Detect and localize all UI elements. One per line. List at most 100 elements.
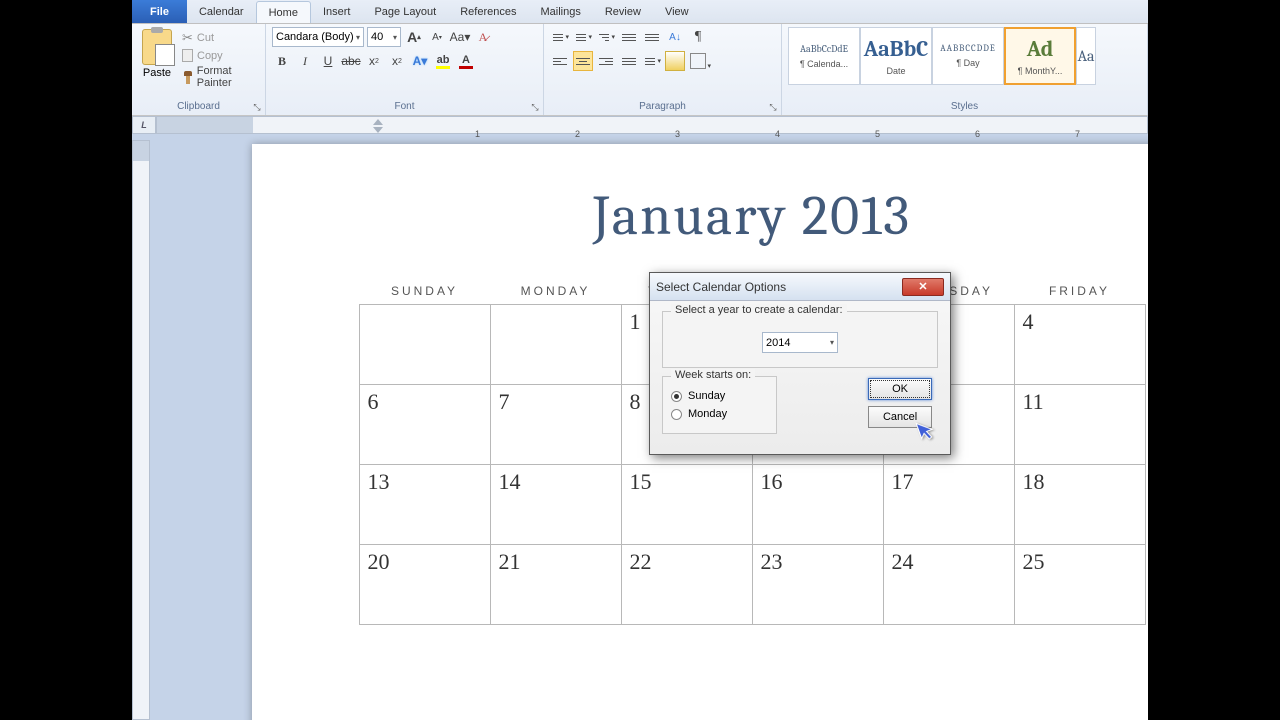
chevron-down-icon: ▾ xyxy=(356,33,360,42)
cancel-button[interactable]: Cancel xyxy=(868,406,932,428)
underline-button[interactable]: U xyxy=(318,51,338,71)
numbering-icon xyxy=(574,29,588,45)
align-justify-icon xyxy=(620,53,638,69)
line-spacing-button[interactable]: ▾ xyxy=(642,51,662,71)
sort-button[interactable]: A↓ xyxy=(665,27,685,47)
group-label-styles: Styles xyxy=(788,100,1141,113)
table-row: 131415161718 xyxy=(359,465,1145,545)
bold-button[interactable]: B xyxy=(272,51,292,71)
dialog-body: Select a year to create a calendar: 2014… xyxy=(650,301,950,454)
table-row: 202122232425 xyxy=(359,545,1145,625)
superscript-button[interactable]: x2 xyxy=(387,51,407,71)
font-name-combo[interactable]: Candara (Body)▾ xyxy=(272,27,364,47)
align-right-button[interactable] xyxy=(596,51,616,71)
tab-home[interactable]: Home xyxy=(256,1,311,23)
font-color-icon: A xyxy=(459,54,473,69)
grow-font-button[interactable]: A▴ xyxy=(404,27,424,47)
paragraph-launcher-icon[interactable]: ⤡ xyxy=(767,101,779,113)
chevron-down-icon: ▾ xyxy=(830,338,834,347)
decrease-indent-button[interactable] xyxy=(619,27,639,47)
day-header: MONDAY xyxy=(490,278,621,305)
font-size-combo[interactable]: 40▾ xyxy=(367,27,401,47)
style-month-year[interactable]: Ad ¶ MonthY... xyxy=(1004,27,1076,85)
day-header: FRIDAY xyxy=(1014,278,1145,305)
bullets-button[interactable]: ▾ xyxy=(550,27,570,47)
numbering-button[interactable]: ▾ xyxy=(573,27,593,47)
change-case-button[interactable]: Aa▾ xyxy=(450,27,470,47)
multilevel-button[interactable]: ▾ xyxy=(596,27,616,47)
style-calendar[interactable]: AaBbCcDdE ¶ Calenda... xyxy=(788,27,860,85)
brush-icon xyxy=(182,71,193,84)
ok-button[interactable]: OK xyxy=(868,378,932,400)
vertical-ruler[interactable] xyxy=(132,140,150,720)
close-button[interactable]: ✕ xyxy=(902,278,944,296)
dialog-titlebar[interactable]: Select Calendar Options ✕ xyxy=(650,273,950,301)
first-line-indent-icon[interactable] xyxy=(373,119,383,125)
increase-indent-button[interactable] xyxy=(642,27,662,47)
group-label-font: Font xyxy=(272,100,537,113)
horizontal-ruler[interactable]: 1 2 3 4 5 6 7 xyxy=(156,116,1148,134)
calendar-title[interactable]: January 2013 xyxy=(252,184,1148,248)
paste-icon xyxy=(142,29,172,65)
tab-insert[interactable]: Insert xyxy=(311,0,363,23)
group-clipboard: Paste ✂Cut Copy Format Painter Clipboard… xyxy=(132,24,266,115)
style-date[interactable]: AaBbC Date xyxy=(860,27,932,85)
font-color-button[interactable]: A xyxy=(456,51,476,71)
year-select[interactable]: 2014▾ xyxy=(762,332,838,353)
chevron-down-icon: ▾ xyxy=(393,33,397,42)
copy-button[interactable]: Copy xyxy=(180,48,259,63)
highlight-button[interactable]: ab xyxy=(433,51,453,71)
align-right-icon xyxy=(597,53,615,69)
style-more[interactable]: Aa xyxy=(1076,27,1096,85)
calendar-options-dialog: Select Calendar Options ✕ Select a year … xyxy=(649,272,951,455)
style-day[interactable]: AABBCCDDE ¶ Day xyxy=(932,27,1004,85)
tab-calendar[interactable]: Calendar xyxy=(187,0,256,23)
scissors-icon: ✂ xyxy=(182,30,193,46)
dialog-title: Select Calendar Options xyxy=(656,280,786,294)
borders-button[interactable]: ▾ xyxy=(690,53,706,69)
tab-page-layout[interactable]: Page Layout xyxy=(362,0,448,23)
shading-button[interactable] xyxy=(665,51,685,71)
hanging-indent-icon[interactable] xyxy=(373,127,383,133)
week-fieldset: Week starts on: Sunday Monday xyxy=(662,376,777,434)
outdent-icon xyxy=(620,29,638,45)
text-effects-button[interactable]: A▾ xyxy=(410,51,430,71)
tab-selector-icon[interactable]: L xyxy=(132,116,156,134)
clear-formatting-button[interactable]: A̷ xyxy=(473,27,493,47)
cut-button[interactable]: ✂Cut xyxy=(180,29,259,47)
copy-icon xyxy=(182,49,193,62)
close-icon: ✕ xyxy=(918,280,927,293)
radio-sunday[interactable]: Sunday xyxy=(671,387,768,405)
align-center-button[interactable] xyxy=(573,51,593,71)
align-left-button[interactable] xyxy=(550,51,570,71)
clipboard-launcher-icon[interactable]: ⤡ xyxy=(251,101,263,113)
ribbon-tabs: File Calendar Home Insert Page Layout Re… xyxy=(132,0,1148,24)
tab-mailings[interactable]: Mailings xyxy=(529,0,593,23)
workspace: L 1 2 3 4 5 6 7 January 2013 SUNDAY MOND… xyxy=(132,116,1148,720)
group-font: Candara (Body)▾ 40▾ A▴ A▾ Aa▾ A̷ B I U a… xyxy=(266,24,544,115)
tab-references[interactable]: References xyxy=(448,0,528,23)
line-spacing-icon xyxy=(643,53,657,69)
align-justify-button[interactable] xyxy=(619,51,639,71)
tab-view[interactable]: View xyxy=(653,0,701,23)
tab-file[interactable]: File xyxy=(132,0,187,23)
paste-label: Paste xyxy=(143,67,171,79)
italic-button[interactable]: I xyxy=(295,51,315,71)
shrink-font-button[interactable]: A▾ xyxy=(427,27,447,47)
bullets-icon xyxy=(551,29,565,45)
strikethrough-button[interactable]: abc xyxy=(341,51,361,71)
group-paragraph: ▾ ▾ ▾ A↓ ¶ ▾ ▾ xyxy=(544,24,782,115)
font-launcher-icon[interactable]: ⤡ xyxy=(529,101,541,113)
align-center-icon xyxy=(574,53,592,69)
paste-button[interactable]: Paste xyxy=(138,27,176,81)
subscript-button[interactable]: x2 xyxy=(364,51,384,71)
align-left-icon xyxy=(551,53,569,69)
group-styles: AaBbCcDdE ¶ Calenda... AaBbC Date AABBCC… xyxy=(782,24,1148,115)
format-painter-button[interactable]: Format Painter xyxy=(180,64,259,90)
tab-review[interactable]: Review xyxy=(593,0,653,23)
ribbon: Paste ✂Cut Copy Format Painter Clipboard… xyxy=(132,24,1148,116)
year-fieldset: Select a year to create a calendar: 2014… xyxy=(662,311,938,368)
word-window: File Calendar Home Insert Page Layout Re… xyxy=(132,0,1148,720)
radio-monday[interactable]: Monday xyxy=(671,405,768,423)
show-hide-button[interactable]: ¶ xyxy=(688,27,708,47)
